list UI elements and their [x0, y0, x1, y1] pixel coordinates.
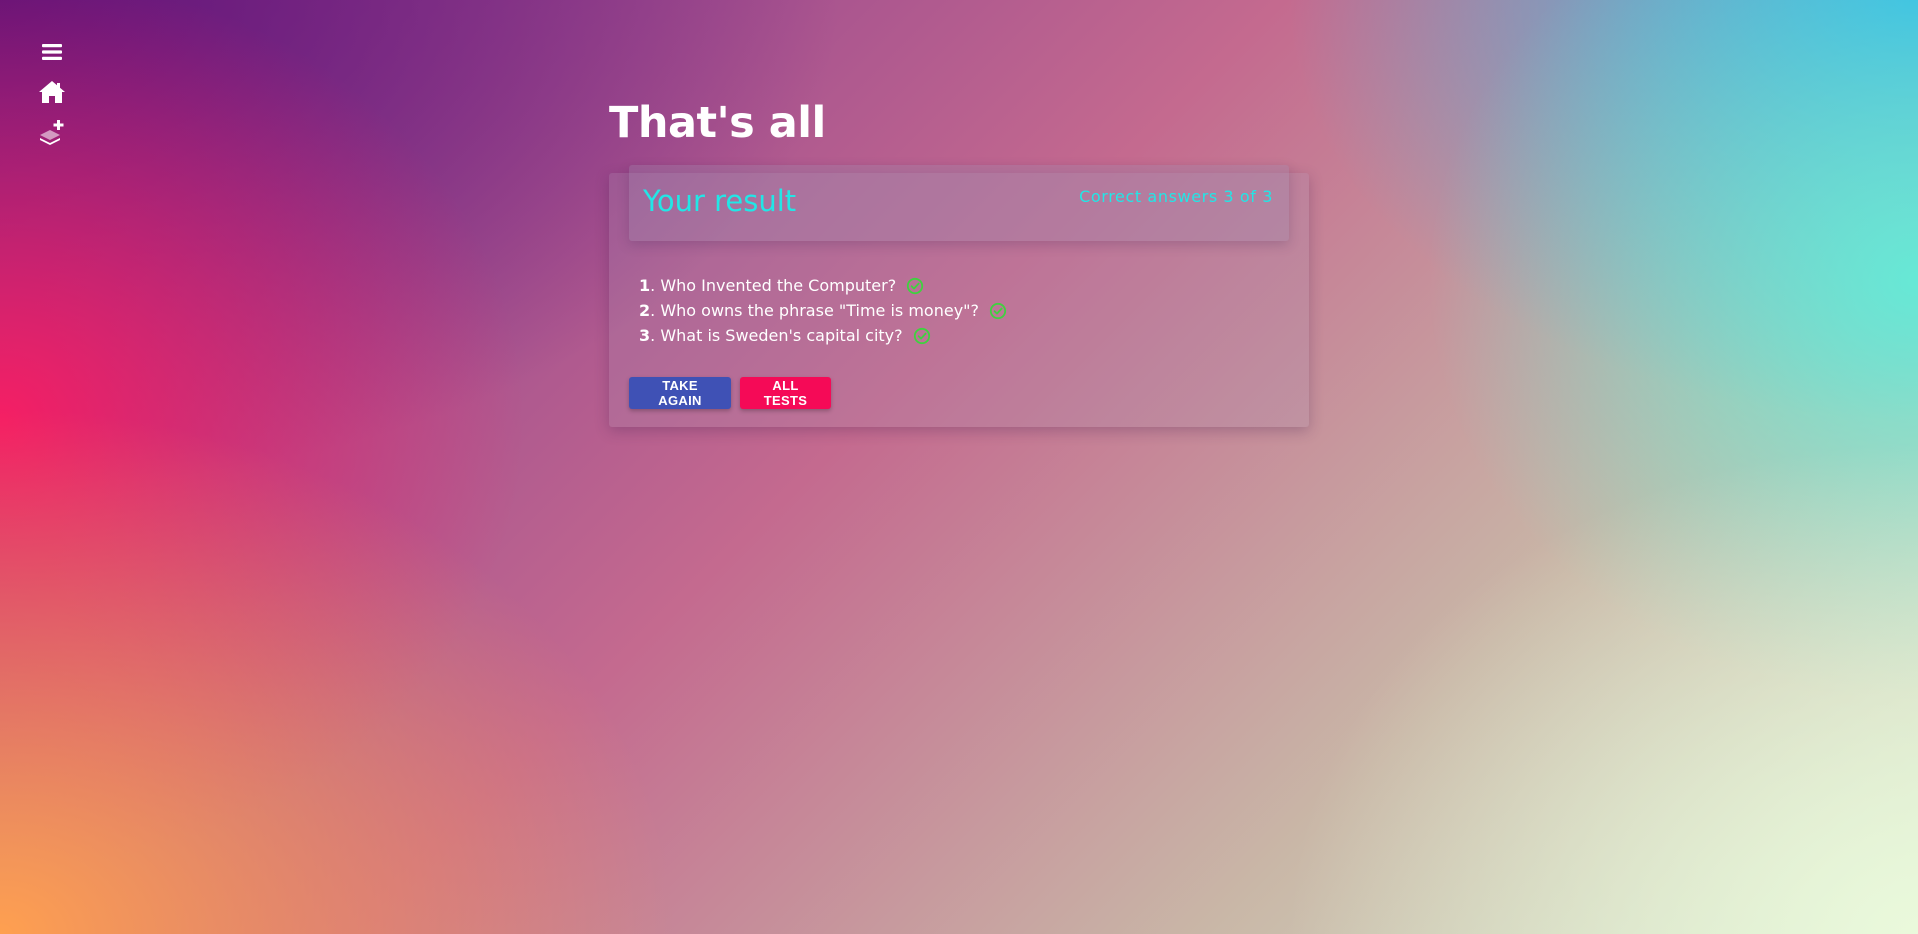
answer-item: 1. Who Invented the Computer?	[639, 273, 1007, 298]
check-circle-icon	[989, 302, 1007, 320]
add-test-icon[interactable]	[36, 116, 68, 148]
answer-number: 1	[639, 276, 651, 295]
result-actions: Take again All tests	[629, 377, 831, 409]
answer-number: 2	[639, 301, 651, 320]
answer-item: 2. Who owns the phrase "Time is money"?	[639, 298, 1007, 323]
answer-item: 3. What is Sweden's capital city?	[639, 323, 1007, 348]
answer-list: 1. Who Invented the Computer? 2. Who own…	[639, 273, 1007, 348]
answer-separator: .	[650, 326, 661, 345]
main-content: That's all Your result Correct answers 3…	[609, 95, 1309, 427]
all-tests-button[interactable]: All tests	[740, 377, 831, 409]
result-heading: Your result	[643, 184, 797, 218]
score-summary: Correct answers 3 of 3	[1079, 187, 1273, 206]
result-card: Your result Correct answers 3 of 3 1. Wh…	[609, 165, 1309, 427]
page-title: That's all	[609, 98, 826, 148]
check-circle-icon	[913, 327, 931, 345]
answer-question: Who Invented the Computer?	[660, 276, 897, 295]
take-again-button[interactable]: Take again	[629, 377, 731, 409]
home-icon[interactable]	[36, 76, 68, 108]
result-card-header: Your result Correct answers 3 of 3	[629, 165, 1289, 241]
answer-question: What is Sweden's capital city?	[660, 326, 903, 345]
answer-separator: .	[650, 301, 661, 320]
sidebar	[36, 36, 68, 156]
menu-icon[interactable]	[36, 36, 68, 68]
answer-question: Who owns the phrase "Time is money"?	[660, 301, 980, 320]
answer-separator: .	[650, 276, 661, 295]
check-circle-icon	[906, 277, 924, 295]
answer-number: 3	[639, 326, 651, 345]
